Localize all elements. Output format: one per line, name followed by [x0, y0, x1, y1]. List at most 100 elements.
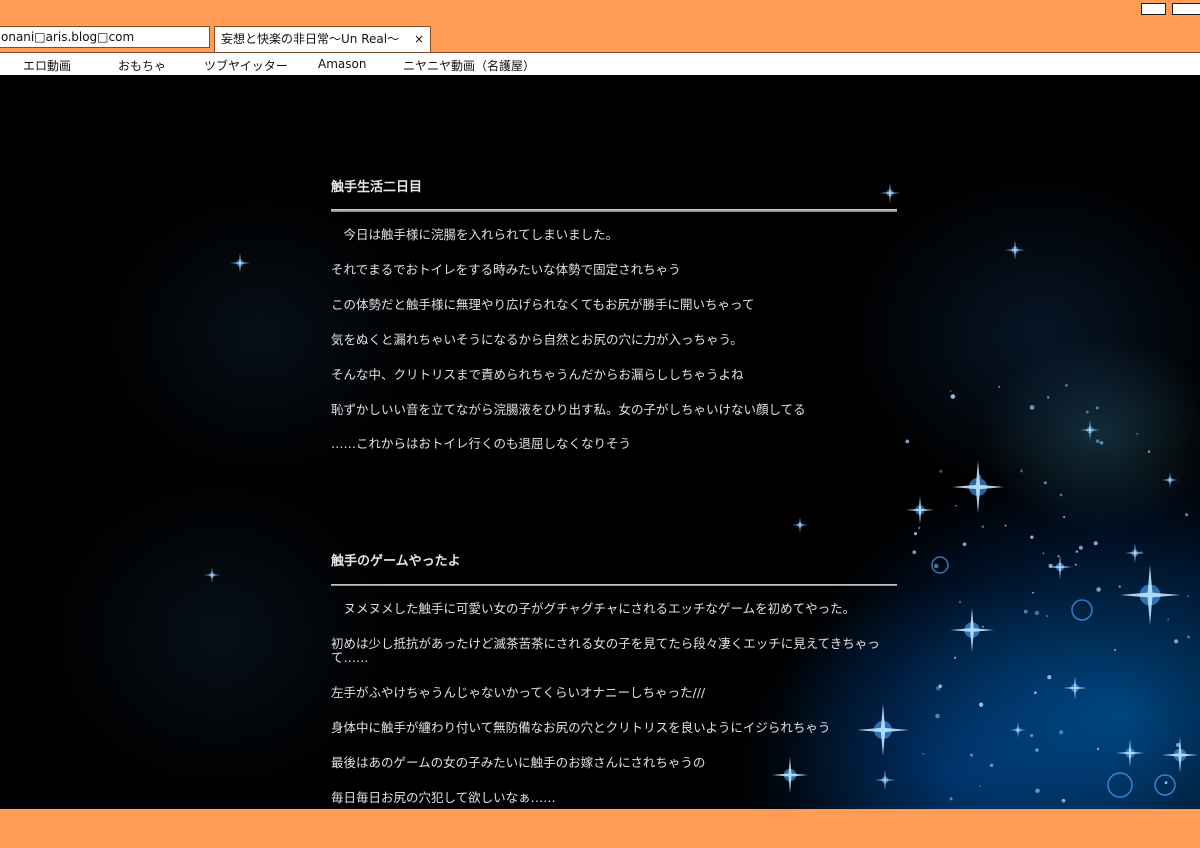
glitter-dot: [1034, 691, 1037, 695]
glitter-dot: [1167, 618, 1170, 621]
post-line: 初めは少し抵抗があったけど滅茶苦茶にされる女の子を見てたら段々凄くエッチに見えて…: [331, 636, 880, 665]
glitter-dot: [1020, 469, 1023, 473]
glitter-dot: [1187, 635, 1190, 639]
glitter-dot: [949, 797, 953, 801]
post-line: ヌメヌメした触手に可愛い女の子がグチャグチャにされるエッチなゲームを初めてやった…: [331, 601, 856, 616]
glitter-dot: [1093, 541, 1098, 546]
glitter-dot: [1046, 615, 1049, 618]
glitter-dot: [1096, 587, 1101, 592]
glitter-dot: [933, 563, 939, 569]
glitter-dot: [1059, 493, 1063, 497]
post-divider: [331, 209, 897, 212]
glitter-dot: [1057, 555, 1060, 558]
post-body: ヌメヌメした触手に可愛い女の子がグチャグチャにされるエッチなゲームを初めてやった…: [331, 602, 897, 805]
glitter-dot: [1096, 747, 1100, 751]
sparkle-icon: [906, 496, 934, 524]
glitter-dot: [1034, 610, 1040, 616]
glitter-dot: [1063, 516, 1066, 519]
maximize-button[interactable]: [1172, 3, 1200, 15]
glitter-dot: [981, 525, 985, 528]
glitter-dot: [970, 753, 974, 757]
sparkle-icon: [1080, 420, 1100, 440]
sparkle-icon: [230, 253, 250, 273]
blog-post: 触手のゲームやったよ ヌメヌメした触手に可愛い女の子がグチャグチャにされるエッチ…: [331, 553, 897, 805]
glitter-dot: [955, 504, 957, 507]
ring-decoration: [1107, 772, 1133, 798]
sparkle-icon: [952, 461, 1004, 513]
bookmark-link[interactable]: おもちゃ: [118, 57, 166, 74]
glitter-dot: [1030, 535, 1034, 539]
glitter-dot: [1035, 788, 1040, 794]
post-line: 最後はあのゲームの女の子みたいに触手のお嫁さんにされちゃうの: [331, 755, 706, 770]
glitter-dot: [1065, 384, 1068, 387]
post-line: 毎日毎日お尻の穴犯して欲しいなぁ……: [331, 790, 556, 805]
post-body: 今日は触手様に浣腸を入れられてしまいました。 それでまるでおトイレをする時みたい…: [331, 228, 897, 451]
blog-post: 触手生活二日目 今日は触手様に浣腸を入れられてしまいました。 それでまるでおトイ…: [331, 179, 897, 451]
glitter-dot: [1095, 439, 1100, 444]
status-bar: [0, 809, 1200, 848]
sparkle-icon: [204, 567, 220, 583]
tab-close-icon[interactable]: ×: [414, 27, 424, 51]
ring-decoration: [1154, 774, 1176, 796]
post-line: 恥ずかしいい音を立てながら浣腸液をひり出す私。女の子がしちゃいけない顔してる: [331, 402, 806, 417]
bookmark-link[interactable]: エロ動画: [23, 57, 71, 74]
post-line: ……これからはおトイレ行くのも退屈しなくなりそう: [331, 436, 632, 451]
glitter-dot: [1147, 450, 1151, 454]
glitter-dot: [913, 532, 918, 536]
glitter-dot: [962, 542, 967, 547]
bookmark-link[interactable]: Amason: [318, 57, 366, 71]
tab-title: 妄想と快楽の非日常～Un Real～: [221, 32, 400, 46]
bookmark-link[interactable]: ニヤニヤ動画（名護屋）: [403, 57, 535, 74]
glitter-dot: [918, 526, 921, 530]
post-title[interactable]: 触手のゲームやったよ: [331, 553, 897, 571]
bookmarks-bar: エロ動画 おもちゃ ツブヤイッター Amason ニヤニヤ動画（名護屋）: [0, 52, 1200, 75]
glitter-dot: [977, 474, 982, 479]
glitter-dot: [950, 394, 956, 399]
glitter-dot: [1085, 410, 1089, 414]
sparkle-icon: [950, 608, 994, 652]
tab-active[interactable]: 妄想と快楽の非日常～Un Real～ ×: [214, 26, 431, 52]
glitter-dot: [1185, 513, 1189, 517]
glitter-dot: [998, 385, 1001, 388]
minimize-button[interactable]: [1141, 3, 1166, 15]
glitter-dot: [1047, 675, 1052, 680]
glitter-dot: [1043, 481, 1047, 485]
glitter-dot: [1139, 551, 1142, 554]
glitter-dot: [1075, 550, 1079, 553]
glitter-dot: [1095, 406, 1099, 410]
glitter-dot: [1118, 585, 1121, 588]
glitter-dot: [939, 469, 943, 473]
glitter-dot: [935, 713, 940, 719]
post-line: 身体中に触手が纏わり付いて無防備なお尻の穴とクリトリスを良いようにイジられちゃう: [331, 720, 831, 735]
glitter-dot: [1074, 563, 1077, 566]
page-content: 触手生活二日目 今日は触手様に浣腸を入れられてしまいました。 それでまるでおトイ…: [0, 75, 1200, 809]
sparkle-icon: [1010, 722, 1026, 738]
glitter-dot: [1004, 524, 1007, 527]
glitter-dot: [1176, 742, 1181, 747]
glitter-dot: [1029, 405, 1035, 410]
glitter-dot: [1099, 441, 1104, 445]
post-divider: [331, 584, 897, 586]
glitter-dot: [1030, 734, 1034, 738]
glitter-dot: [1061, 798, 1066, 803]
sparkle-icon: [1125, 543, 1145, 563]
glitter-dot: [1186, 595, 1189, 598]
post-line: そんな中、クリトリスまで責められちゃうんだからお漏らししちゃうよね: [331, 367, 744, 382]
address-text: onani□aris.blog□com: [1, 30, 135, 44]
browser-window: onani□aris.blog□com 妄想と快楽の非日常～Un Real～ ×…: [0, 0, 1200, 848]
sparkle-icon: [792, 517, 808, 533]
address-bar[interactable]: onani□aris.blog□com: [0, 26, 210, 48]
glitter-dot: [905, 439, 910, 444]
post-title[interactable]: 触手生活二日目: [331, 179, 897, 197]
glitter-dot: [979, 785, 981, 788]
post-line: この体勢だと触手様に無理やり広げられなくてもお尻が勝手に開いちゃって: [331, 297, 755, 312]
sparkle-icon: [1120, 565, 1180, 625]
post-line: 今日は触手様に浣腸を入れられてしまいました。: [331, 227, 619, 242]
glitter-dot: [1048, 563, 1053, 569]
glitter-dot: [1113, 648, 1117, 652]
sparkle-icon: [1063, 676, 1087, 700]
glitter-dot: [958, 600, 962, 604]
glitter-dot: [1058, 730, 1064, 735]
glitter-dot: [1164, 781, 1168, 785]
bookmark-link[interactable]: ツブヤイッター: [204, 57, 288, 74]
